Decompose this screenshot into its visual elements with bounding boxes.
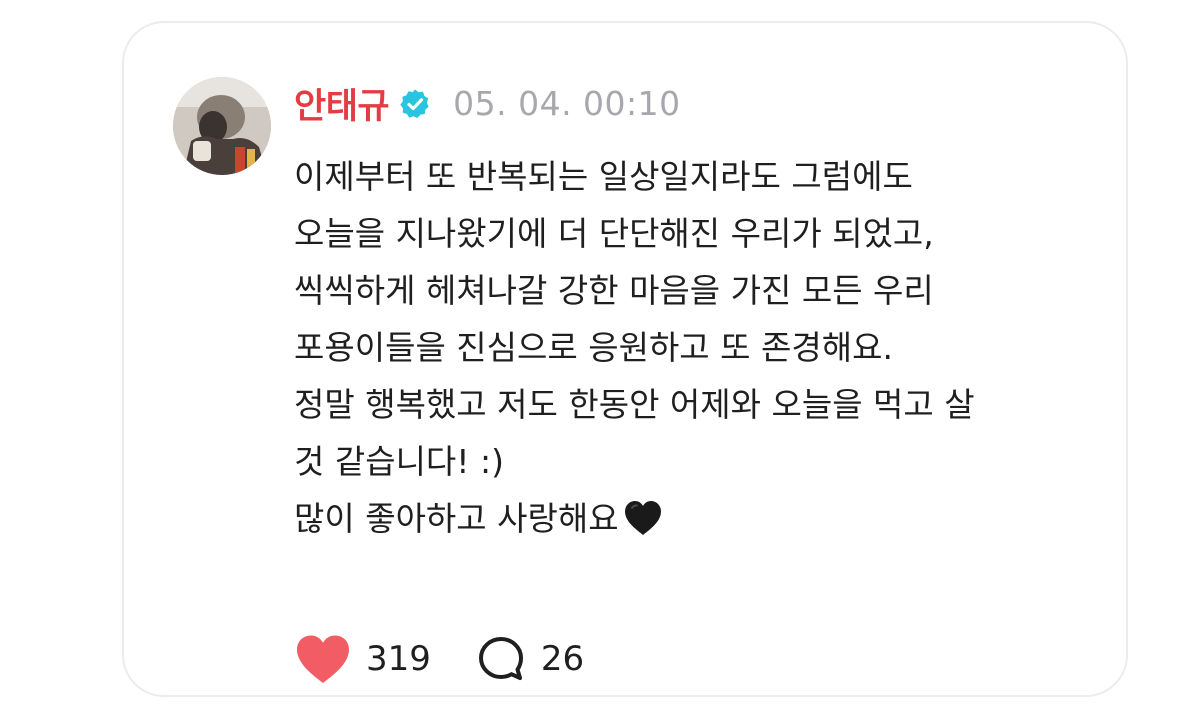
post-timestamp: 05. 04. 00:10	[453, 83, 681, 123]
post-body-line: 오늘을 지나왔기에 더 단단해진 우리가 되었고,	[294, 214, 934, 253]
post-body-line: 많이 좋아하고 사랑해요	[294, 499, 619, 538]
black-heart-icon	[623, 499, 663, 537]
post-body-line: 씩씩하게 헤쳐나갈 강한 마음을 가진 모든 우리	[294, 271, 934, 310]
post-actions: 319 26	[294, 631, 584, 687]
like-count: 319	[366, 639, 431, 679]
comment-bubble-icon[interactable]	[477, 635, 525, 683]
more-vertical-icon[interactable]	[1167, 83, 1179, 125]
verified-badge-icon	[399, 88, 431, 120]
post-body-last-line: 많이 좋아하고 사랑해요	[294, 490, 1179, 547]
comment-count: 26	[540, 639, 585, 679]
post-header: 안태규 05. 04. 00:10	[294, 79, 681, 127]
post-body-line: 이제부터 또 반복되는 일상일지라도 그럼에도	[294, 157, 913, 196]
avatar[interactable]	[173, 77, 271, 175]
post-body: 이제부터 또 반복되는 일상일지라도 그럼에도 오늘을 지나왔기에 더 단단해진…	[294, 148, 1179, 547]
post-card: 안태규 05. 04. 00:10 이제부터 또 반복되는 일상일지라도 그럼에…	[122, 21, 1179, 697]
post-body-line: 것 같습니다! :)	[294, 442, 505, 481]
avatar-photo	[173, 77, 271, 175]
heart-icon[interactable]	[294, 633, 352, 685]
author-name[interactable]: 안태규	[294, 78, 390, 129]
post-body-line: 포용이들을 진심으로 응원하고 또 존경해요.	[294, 328, 893, 367]
post-body-line: 정말 행복했고 저도 한동안 어제와 오늘을 먹고 살	[294, 385, 975, 424]
